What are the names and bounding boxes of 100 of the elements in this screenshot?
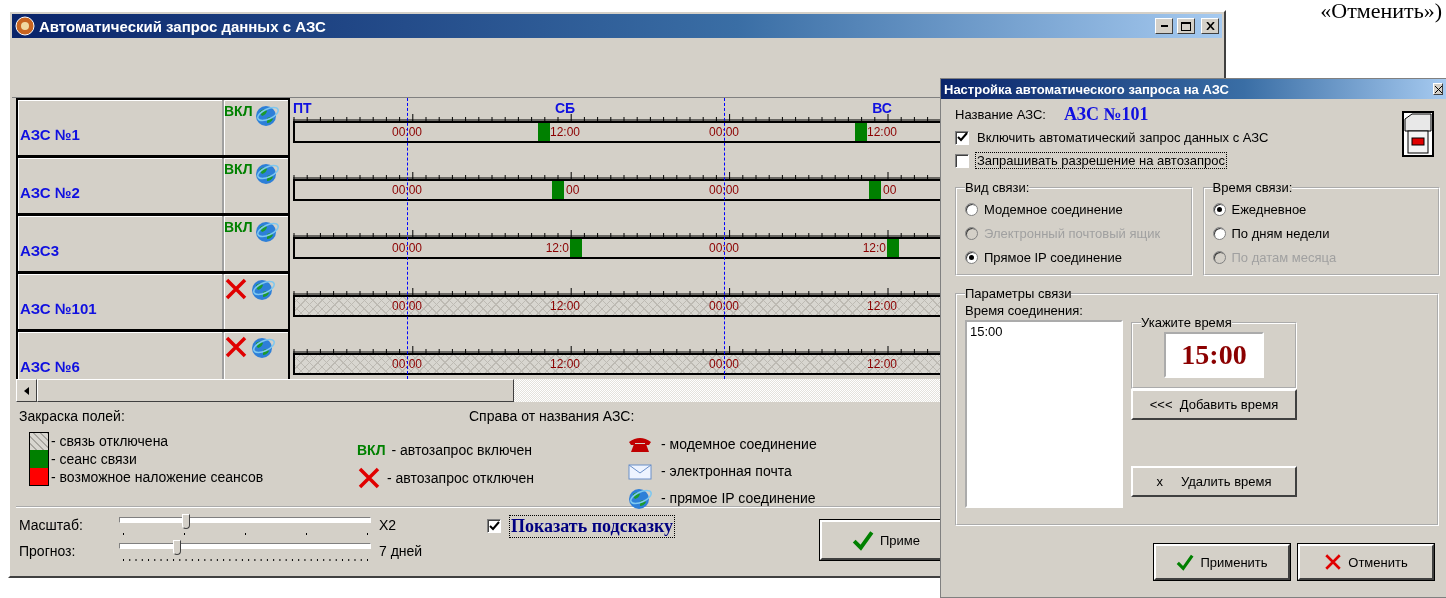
globe-icon [250, 335, 276, 359]
color-swatch [29, 432, 49, 450]
radio-label: Ежедневное [1231, 201, 1307, 217]
cross-icon [357, 466, 381, 490]
time-label: 12:00 [550, 357, 580, 371]
station-name[interactable]: АЗС3 [18, 216, 224, 271]
time-label: 12:00 [550, 299, 580, 313]
legend-text: - прямое IP соединение [661, 489, 816, 506]
checkbox[interactable] [955, 130, 969, 145]
hint-label: Показать подсказку [509, 514, 676, 538]
slider-label: Масштаб: [19, 517, 84, 533]
radio-button[interactable] [1212, 202, 1226, 216]
slider-value: 7 дней [379, 543, 423, 559]
time-label: 00:00 [709, 125, 739, 139]
auto-on-label: ВКЛ [224, 219, 253, 235]
maximize-button[interactable] [1177, 18, 1195, 34]
legend-text: - модемное соединение [661, 435, 817, 452]
group-title: Параметры связи [965, 286, 1072, 301]
time-label: 00:00 [392, 357, 422, 371]
app-icon [15, 16, 35, 36]
switch-icon [1402, 111, 1434, 157]
time-label: 00:00 [709, 299, 739, 313]
legend-text: - электронная почта [661, 462, 792, 479]
time-label: 00 [883, 183, 897, 197]
slider[interactable] [119, 514, 371, 536]
dialog-title: Настройка автоматического запроса на АЗС [944, 81, 1230, 97]
caption-text: «Отменить») [1320, 0, 1442, 23]
time-label: 00:00 [709, 183, 739, 197]
auto-on-label: ВКЛ [224, 161, 253, 177]
cancel-button[interactable]: Отменить [1298, 544, 1434, 580]
day-label: ВС [872, 100, 892, 116]
check-icon [852, 529, 874, 551]
legend-title: Закраска полей: [19, 408, 125, 424]
time-label: 00:00 [392, 241, 422, 255]
time-label: 12:00 [550, 125, 580, 139]
time-field[interactable]: 15:00 [1164, 332, 1264, 378]
color-swatch [29, 450, 49, 468]
auto-on-label: ВКЛ [224, 103, 253, 119]
apply-button[interactable]: Применить [1154, 544, 1290, 580]
station-name[interactable]: АЗС №6 [18, 332, 224, 379]
check-icon [1176, 553, 1195, 571]
list-item[interactable]: 15:00 [970, 324, 1118, 339]
globe-icon [254, 219, 281, 243]
close-icon [1434, 85, 1442, 93]
close-button[interactable] [1433, 83, 1443, 95]
checkbox[interactable] [487, 519, 501, 533]
scroll-left-button[interactable] [16, 379, 37, 402]
radio-label: Прямое IP соединение [984, 250, 1122, 266]
station-name[interactable]: АЗС №1 [18, 100, 224, 155]
day-label: ПТ [293, 100, 312, 116]
slider-value: X2 [379, 517, 397, 533]
minimize-button[interactable] [1155, 18, 1173, 34]
field-label: Название АЗС: [955, 107, 1046, 122]
radio-button[interactable] [1212, 227, 1226, 240]
time-label: 00:00 [709, 241, 739, 255]
minimize-icon [1160, 25, 1168, 27]
time-label: 00 [566, 183, 580, 197]
legend-text: - сеанс связи [51, 451, 137, 467]
window-title: Автоматический запрос данных с АЗС [39, 17, 327, 35]
radio-button[interactable] [965, 251, 978, 265]
delete-time-button[interactable]: x Удалить время [1131, 466, 1297, 497]
cross-icon [224, 335, 248, 359]
checkbox-label: Запрашивать разрешение на автозапрос [975, 152, 1227, 169]
radio-label: По дням недели [1231, 226, 1330, 241]
left-arrow-icon [24, 386, 29, 395]
station-name[interactable]: АЗС №101 [18, 274, 224, 329]
time-label: 12:00 [867, 299, 897, 313]
add-time-button[interactable]: <<< Добавить время [1131, 389, 1297, 420]
time-label: 12:0 [862, 241, 886, 255]
maximize-icon [1181, 21, 1191, 31]
time-label: 12:00 [867, 125, 897, 139]
day-label: СБ [554, 100, 576, 116]
checkbox-label: Включить автоматический запрос данных с АЗС [976, 129, 1270, 146]
time-label: 00:00 [392, 183, 422, 197]
slider[interactable] [119, 540, 371, 562]
time-list[interactable]: 15:00 [965, 320, 1123, 508]
scrollbar[interactable] [16, 379, 940, 402]
close-button[interactable] [1201, 18, 1219, 34]
field-label: Время соединения: [965, 303, 1084, 318]
station-name[interactable]: АЗС №2 [18, 158, 224, 213]
slider-label: Прогноз: [19, 543, 77, 559]
globe-icon [254, 161, 281, 185]
legend-text: - связь отключена [51, 433, 169, 449]
slider-thumb[interactable] [182, 514, 191, 529]
cross-icon [1324, 553, 1343, 571]
slider-thumb[interactable] [172, 540, 181, 555]
globe-icon [254, 103, 281, 127]
time-label: 00:00 [392, 299, 422, 313]
group-title: Укажите время [1141, 315, 1232, 330]
radio-button[interactable] [965, 202, 978, 216]
scroll-thumb[interactable] [37, 379, 514, 402]
time-label: 12:0 [545, 241, 569, 255]
radio-label: Модемное соединение [984, 201, 1123, 217]
group-title: Вид связи: [965, 180, 1030, 195]
apply-button[interactable]: Приме [820, 520, 940, 560]
time-label: 00:00 [392, 125, 422, 139]
close-icon [1205, 22, 1215, 30]
cross-icon [224, 277, 248, 301]
checkbox[interactable] [955, 153, 969, 168]
group-title: Время связи: [1212, 180, 1293, 195]
